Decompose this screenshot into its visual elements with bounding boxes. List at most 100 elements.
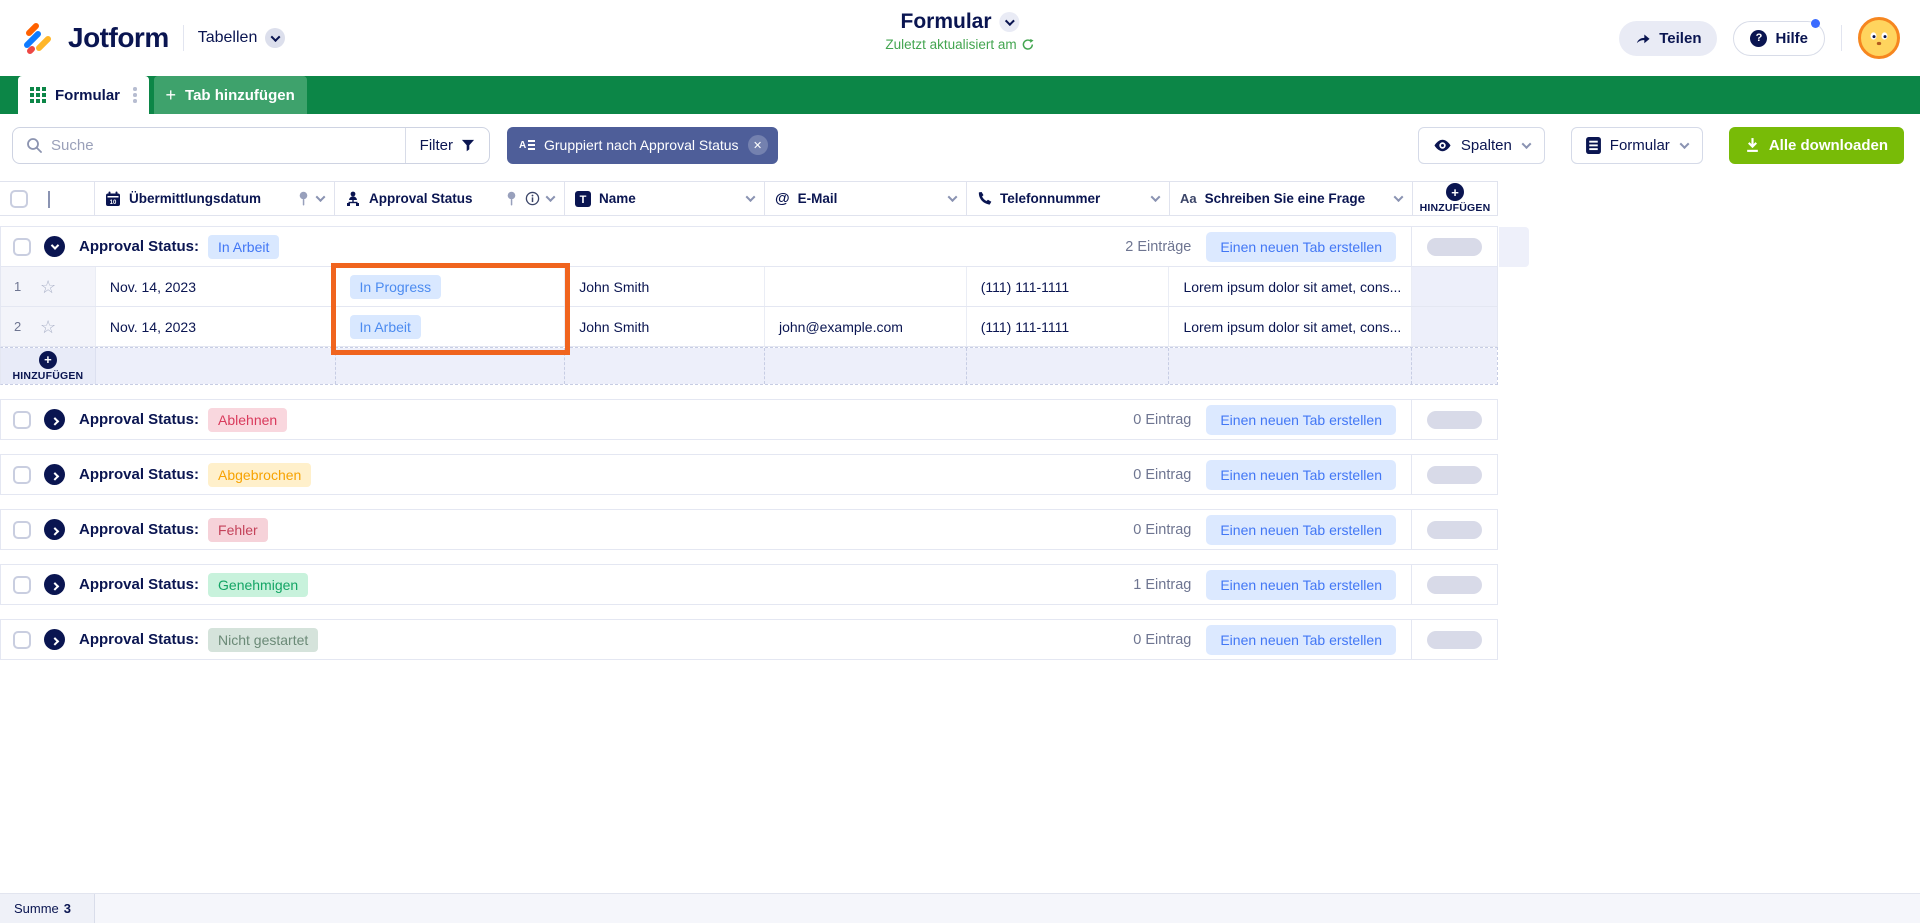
text-style-icon: Aa bbox=[1180, 191, 1197, 206]
product-switcher-tables[interactable]: Tabellen bbox=[198, 28, 286, 48]
cell-name[interactable]: John Smith bbox=[565, 307, 765, 346]
jotform-logo-icon[interactable] bbox=[20, 21, 54, 55]
create-new-tab-button[interactable]: Einen neuen Tab erstellen bbox=[1206, 404, 1396, 435]
page-title: Formular bbox=[900, 10, 992, 33]
empty-new-cell[interactable] bbox=[565, 348, 765, 384]
expand-group-icon[interactable] bbox=[44, 464, 65, 485]
column-header-phone[interactable]: Telefonnummer bbox=[967, 182, 1170, 215]
group-by-chip[interactable]: A Gruppiert nach Approval Status ✕ bbox=[507, 126, 778, 164]
jotform-tables-app: Jotform Tabellen Formular Zuletzt aktual… bbox=[0, 0, 1920, 923]
group-toggle-pill[interactable] bbox=[1427, 410, 1482, 429]
cell-phone[interactable]: (111) 111-1111 bbox=[967, 267, 1170, 306]
column-header-email[interactable]: @ E-Mail bbox=[765, 182, 967, 215]
info-icon[interactable] bbox=[525, 191, 540, 206]
group-toggle-pill[interactable] bbox=[1427, 630, 1482, 649]
add-column-button[interactable]: + HINZUFÜGEN bbox=[1413, 182, 1498, 215]
group-checkbox[interactable] bbox=[13, 237, 31, 256]
cell-name[interactable]: John Smith bbox=[565, 267, 765, 306]
brand-wordmark[interactable]: Jotform bbox=[68, 22, 169, 54]
column-header-approval-status[interactable]: Approval Status bbox=[335, 182, 565, 215]
pin-icon[interactable] bbox=[505, 191, 518, 206]
form-document-icon bbox=[1585, 136, 1601, 154]
chevron-down-icon bbox=[1150, 192, 1161, 203]
user-avatar[interactable] bbox=[1858, 17, 1900, 59]
cell-email[interactable] bbox=[765, 267, 967, 306]
tab-formular[interactable]: Formular bbox=[18, 76, 149, 114]
share-button[interactable]: Teilen bbox=[1619, 20, 1718, 56]
search-input[interactable] bbox=[51, 136, 405, 154]
empty-new-cell[interactable] bbox=[95, 348, 336, 384]
column-header-submission-date[interactable]: 10 Übermittlungsdatum bbox=[95, 182, 335, 215]
notification-dot bbox=[1811, 18, 1820, 28]
group-checkbox[interactable] bbox=[13, 520, 31, 539]
divider bbox=[1841, 25, 1842, 51]
table-header-row: 10 Übermittlungsdatum Approval Status T … bbox=[0, 181, 1498, 216]
star-icon[interactable]: ☆ bbox=[40, 318, 56, 336]
grid-icon bbox=[30, 87, 46, 103]
expand-group-icon[interactable] bbox=[44, 574, 65, 595]
calendar-icon: 10 bbox=[105, 191, 121, 207]
sheet-tab-bar: Formular + Tab hinzufügen bbox=[0, 76, 1920, 114]
create-new-tab-button[interactable]: Einen neuen Tab erstellen bbox=[1206, 459, 1396, 490]
empty-new-cell[interactable] bbox=[966, 348, 1170, 384]
tab-label: Formular bbox=[55, 86, 121, 104]
create-new-tab-button[interactable]: Einen neuen Tab erstellen bbox=[1206, 231, 1396, 262]
expand-group-icon[interactable] bbox=[44, 519, 65, 540]
group-toggle-pill[interactable] bbox=[1427, 575, 1482, 594]
add-row-strip: + HINZUFÜGEN bbox=[0, 347, 1498, 385]
column-header-question[interactable]: Aa Schreiben Sie eine Frage bbox=[1170, 182, 1413, 215]
empty-new-cell[interactable] bbox=[764, 348, 967, 384]
cell-email[interactable]: john@example.com bbox=[765, 307, 967, 346]
select-all-checkbox[interactable] bbox=[10, 189, 28, 208]
group-checkbox[interactable] bbox=[13, 465, 31, 484]
form-button[interactable]: Formular bbox=[1570, 126, 1703, 164]
columns-button[interactable]: Spalten bbox=[1417, 126, 1545, 164]
download-all-button[interactable]: Alle downloaden bbox=[1728, 126, 1904, 164]
group-checkbox[interactable] bbox=[13, 575, 31, 594]
group-checkbox[interactable] bbox=[13, 630, 31, 649]
pin-icon[interactable] bbox=[297, 191, 310, 206]
help-button[interactable]: ? Hilfe bbox=[1733, 18, 1825, 56]
create-new-tab-button[interactable]: Einen neuen Tab erstellen bbox=[1206, 624, 1396, 655]
status-badge: Fehler bbox=[208, 517, 268, 542]
row-number: 1 bbox=[14, 279, 22, 294]
empty-new-cell[interactable] bbox=[1169, 348, 1413, 384]
filter-button[interactable]: Filter bbox=[404, 127, 489, 163]
cell-phone[interactable]: (111) 111-1111 bbox=[967, 307, 1170, 346]
add-tab-button[interactable]: + Tab hinzufügen bbox=[153, 76, 307, 114]
title-menu-chevron-icon[interactable] bbox=[999, 12, 1020, 32]
create-new-tab-button[interactable]: Einen neuen Tab erstellen bbox=[1206, 514, 1396, 545]
select-all-header[interactable] bbox=[0, 182, 95, 215]
column-header-name[interactable]: T Name bbox=[565, 182, 765, 215]
collapse-group-icon[interactable] bbox=[44, 236, 65, 257]
add-row-button[interactable]: + HINZUFÜGEN bbox=[1, 348, 96, 384]
create-new-tab-button[interactable]: Einen neuen Tab erstellen bbox=[1206, 569, 1396, 600]
cell-question[interactable]: Lorem ipsum dolor sit amet, cons... bbox=[1169, 307, 1413, 346]
row-number: 2 bbox=[14, 319, 22, 334]
empty-new-cell[interactable] bbox=[335, 348, 566, 384]
cell-submission-date[interactable]: Nov. 14, 2023 bbox=[96, 267, 336, 306]
plus-icon: + bbox=[1446, 183, 1464, 201]
chevron-down-icon bbox=[1679, 138, 1690, 149]
group-toggle-pill[interactable] bbox=[1427, 520, 1482, 539]
entry-count: 0 Eintrag bbox=[1133, 411, 1192, 428]
status-badge: Ablehnen bbox=[208, 407, 288, 432]
expand-group-icon[interactable] bbox=[44, 409, 65, 430]
group-checkbox[interactable] bbox=[13, 410, 31, 429]
svg-text:A: A bbox=[519, 140, 526, 151]
divider bbox=[182, 25, 184, 51]
star-icon[interactable]: ☆ bbox=[40, 278, 56, 296]
refresh-icon[interactable] bbox=[1022, 38, 1035, 51]
expand-group-icon[interactable] bbox=[44, 629, 65, 650]
cell-submission-date[interactable]: Nov. 14, 2023 bbox=[96, 307, 336, 346]
group-toggle-pill[interactable] bbox=[1427, 237, 1482, 256]
tab-options-icon[interactable] bbox=[133, 87, 137, 103]
cell-approval-status[interactable]: In Arbeit bbox=[336, 307, 566, 346]
approval-flow-icon bbox=[345, 191, 361, 207]
remove-group-icon[interactable]: ✕ bbox=[747, 135, 768, 155]
cell-question[interactable]: Lorem ipsum dolor sit amet, cons... bbox=[1169, 267, 1413, 306]
question-mark-icon: ? bbox=[1750, 29, 1768, 47]
group-row-genehmigen: Approval Status: Genehmigen 1 Eintrag Ei… bbox=[0, 564, 1498, 605]
group-toggle-pill[interactable] bbox=[1427, 465, 1482, 484]
cell-approval-status[interactable]: In Progress bbox=[336, 267, 566, 306]
